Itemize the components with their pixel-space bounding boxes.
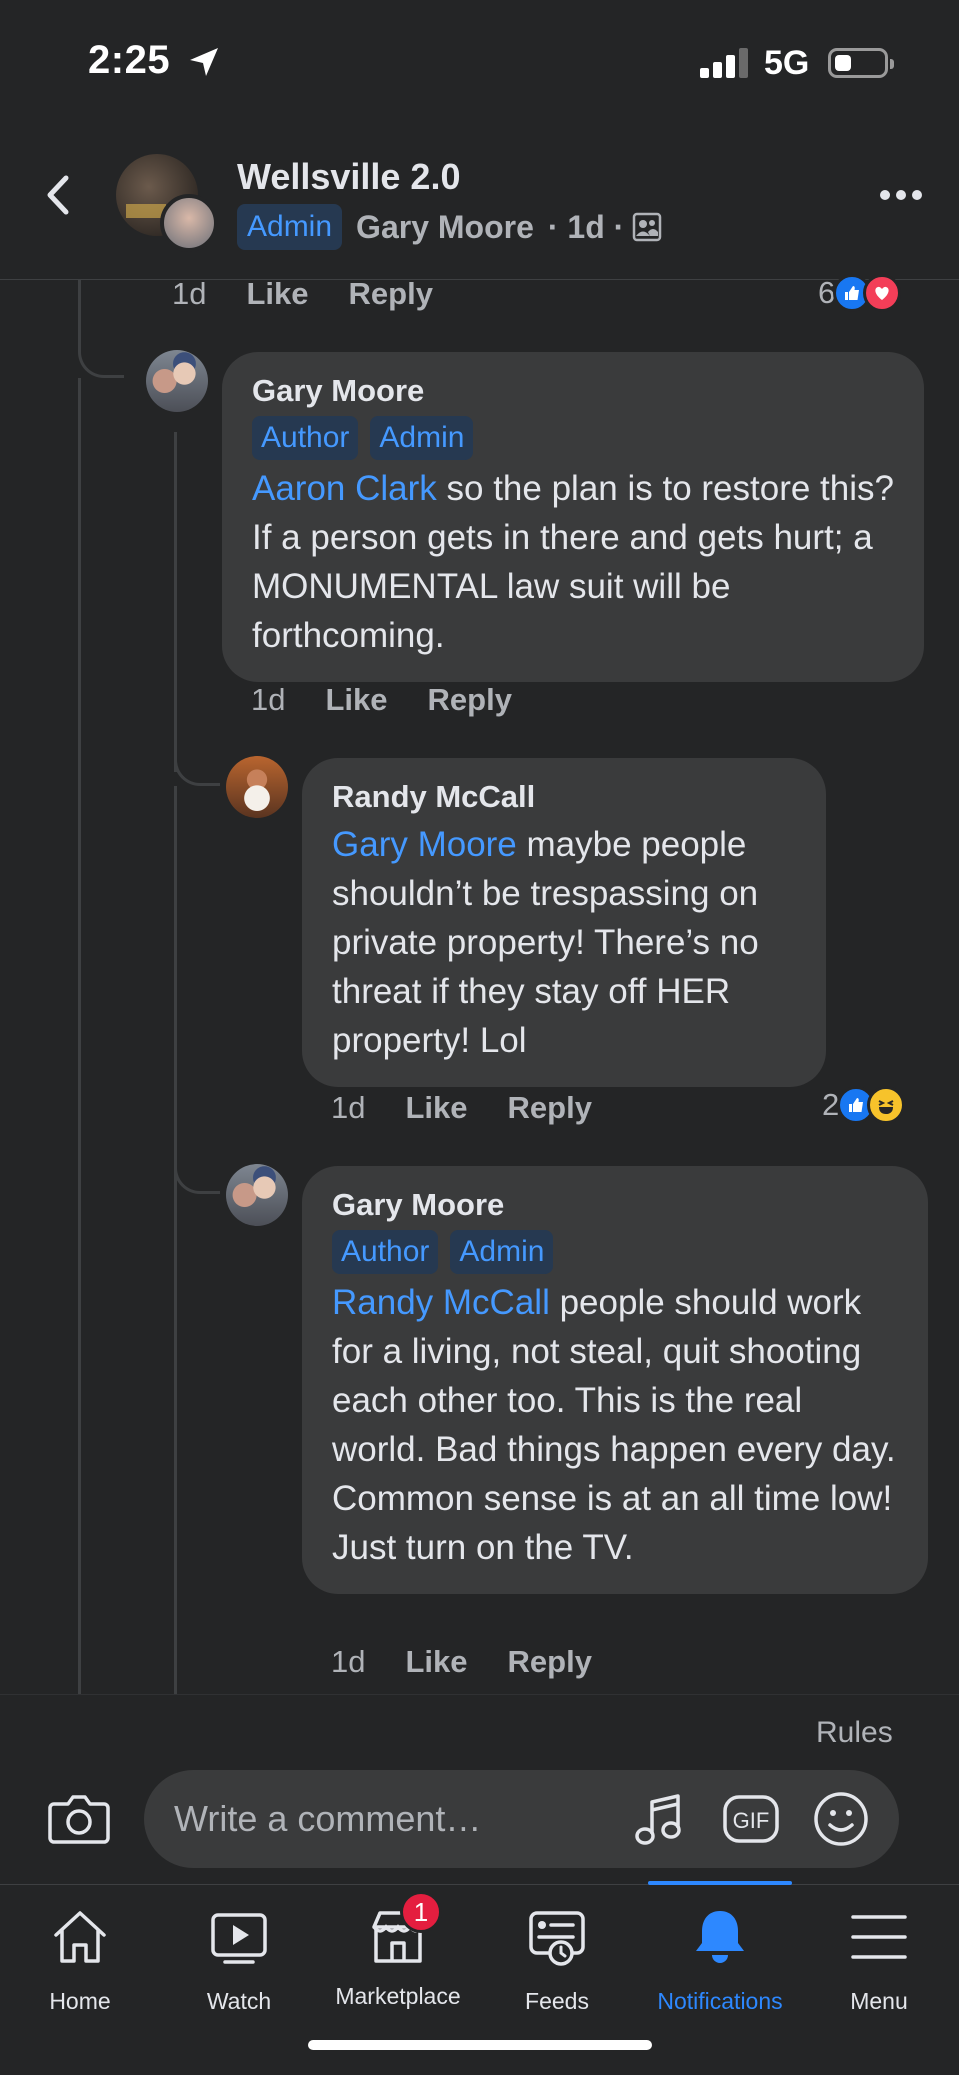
tab-feeds[interactable]: Feeds: [477, 1905, 637, 2015]
comment-bubble: Gary Moore Author Admin Aaron Clark so t…: [222, 352, 924, 682]
admin-badge: Admin: [370, 416, 474, 460]
more-options-icon[interactable]: [880, 190, 924, 202]
gif-icon[interactable]: GIF: [722, 1794, 780, 1844]
location-arrow-icon: [190, 48, 218, 76]
camera-icon[interactable]: [48, 1790, 110, 1846]
header-divider: [0, 279, 959, 280]
comment-author[interactable]: Randy McCall: [332, 778, 798, 816]
tab-label: Marketplace: [335, 1983, 461, 2009]
tab-marketplace[interactable]: 1 Marketplace: [318, 1891, 478, 2010]
admin-badge: Admin: [450, 1230, 554, 1274]
author-badge: Author: [332, 1230, 439, 1274]
tab-notifications[interactable]: Notifications: [640, 1905, 800, 2015]
status-time: 2:25: [88, 38, 171, 82]
rules-link[interactable]: Rules: [816, 1716, 893, 1750]
tab-menu[interactable]: Menu: [799, 1905, 959, 2015]
feeds-icon: [529, 1911, 585, 1966]
comment-body: people should work for a living, not ste…: [332, 1283, 896, 1567]
group-name[interactable]: Wellsville 2.0: [237, 156, 460, 198]
tab-label: Notifications: [657, 1988, 783, 2014]
post-meta: Admin Gary Moore · 1d ·: [237, 204, 662, 250]
comment-bubble: Gary Moore Author Admin Randy McCall peo…: [302, 1166, 928, 1594]
comment-input[interactable]: [174, 1770, 624, 1868]
comment-actions: 1d Like Reply: [331, 1090, 592, 1126]
author-badges: Author Admin: [252, 416, 896, 460]
comment-time: 1d: [331, 1644, 366, 1679]
commenter-avatar[interactable]: [226, 1164, 288, 1226]
signal-icon: [700, 48, 752, 78]
commenter-avatar[interactable]: [226, 756, 288, 818]
home-icon: [54, 1911, 106, 1963]
comment-author[interactable]: Gary Moore: [252, 372, 896, 410]
poster-name[interactable]: Gary Moore: [356, 209, 534, 246]
reply-button[interactable]: Reply: [508, 1644, 592, 1680]
battery-icon: [828, 48, 894, 78]
comment-actions: 1d Like Reply: [251, 682, 512, 718]
tab-home[interactable]: Home: [0, 1905, 160, 2015]
reaction-summary[interactable]: 6: [818, 274, 902, 312]
admin-badge: Admin: [237, 204, 343, 250]
comment-actions: 1d Like Reply: [172, 276, 433, 312]
tab-label: Watch: [206, 1988, 272, 2014]
mention-link[interactable]: Randy McCall: [332, 1283, 550, 1322]
network-type: 5G: [764, 44, 810, 82]
thread-line: [174, 786, 177, 1694]
comment-time: 1d: [251, 682, 286, 717]
thread-line: [78, 378, 81, 1694]
like-button[interactable]: Like: [325, 682, 387, 718]
like-button[interactable]: Like: [246, 276, 308, 312]
bell-icon: [696, 1911, 744, 1963]
thread-branch: [174, 1148, 220, 1194]
gif-label: GIF: [733, 1808, 770, 1833]
reply-button[interactable]: Reply: [349, 276, 433, 312]
reply-button[interactable]: Reply: [428, 682, 512, 718]
mention-link[interactable]: Gary Moore: [332, 825, 517, 864]
author-badge: Author: [252, 416, 359, 460]
comment-bubble: Randy McCall Gary Moore maybe people sho…: [302, 758, 826, 1087]
comment-text: Gary Moore maybe people shouldn’t be tre…: [332, 820, 798, 1065]
thread-branch: [174, 740, 220, 786]
tab-label: Menu: [850, 1988, 908, 2014]
watch-icon: [211, 1913, 267, 1964]
comment-time: 1d: [172, 276, 207, 311]
haha-reaction-icon: [867, 1086, 906, 1124]
group-avatar[interactable]: [116, 154, 218, 252]
author-badges: Author Admin: [332, 1230, 900, 1274]
comment-input-container: GIF: [144, 1770, 899, 1868]
tab-label: Home: [49, 1988, 111, 2014]
like-button[interactable]: Like: [405, 1644, 467, 1680]
notification-badge: 1: [400, 1891, 442, 1933]
poster-avatar: [160, 194, 218, 252]
comment-text: Randy McCall people should work for a li…: [332, 1278, 900, 1572]
thread-branch: [78, 330, 124, 378]
menu-icon: [851, 1915, 907, 1959]
tab-label: Feeds: [525, 1988, 589, 2014]
comment-author[interactable]: Gary Moore: [332, 1186, 900, 1224]
back-arrow-icon[interactable]: [38, 170, 78, 220]
members-audience-icon: [633, 212, 662, 242]
comment-time: 1d: [331, 1090, 366, 1125]
home-indicator: [308, 2040, 652, 2050]
comment-text: Aaron Clark so the plan is to restore th…: [252, 464, 896, 660]
comment-actions: 1d Like Reply: [331, 1644, 592, 1680]
mention-link[interactable]: Aaron Clark: [252, 469, 437, 508]
reaction-summary[interactable]: 2: [822, 1086, 906, 1124]
post-age: · 1d ·: [547, 208, 625, 245]
thread-line: [174, 432, 177, 772]
reply-button[interactable]: Reply: [508, 1090, 592, 1126]
emoji-icon[interactable]: [812, 1790, 870, 1848]
like-button[interactable]: Like: [405, 1090, 467, 1126]
commenter-avatar[interactable]: [146, 350, 208, 412]
marketplace-icon-wrap: 1: [366, 1891, 442, 1969]
tab-watch[interactable]: Watch: [159, 1905, 319, 2015]
love-reaction-icon: [863, 274, 902, 312]
music-icon[interactable]: [634, 1792, 686, 1848]
active-tab-indicator: [648, 1881, 792, 1885]
